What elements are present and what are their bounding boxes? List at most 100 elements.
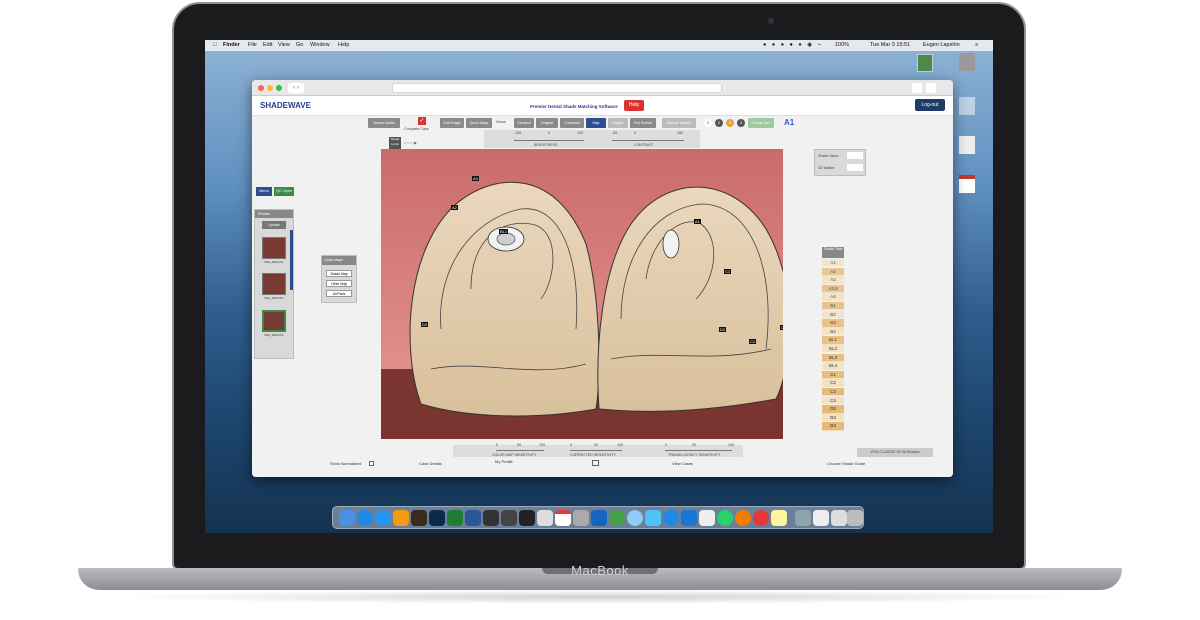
calendar-icon[interactable] xyxy=(555,510,571,526)
help-button[interactable]: Help xyxy=(624,100,644,111)
status-icons[interactable]: ● ● ● ● ● ◉ ⌁ xyxy=(763,40,823,51)
shade-tab-item[interactable]: BL3 xyxy=(822,353,844,362)
battery-status[interactable]: 100% xyxy=(835,40,849,51)
notes-app-icon[interactable] xyxy=(537,510,553,526)
shade-limits-options[interactable]: ○ ○ ○ ◉ xyxy=(404,141,417,145)
view-cases-link[interactable]: View Cases xyxy=(672,461,693,466)
corrected-view-button[interactable]: Corrected xyxy=(560,118,584,128)
edit-image-button[interactable]: Edit Image xyxy=(440,118,464,128)
step-2[interactable]: 2 xyxy=(715,119,723,127)
translucency-slider[interactable] xyxy=(665,450,732,451)
my-profile-link[interactable]: My Profile xyxy=(495,459,513,464)
shade-tab-item[interactable]: B2 xyxy=(822,310,844,319)
shade-tab-item[interactable]: BL2 xyxy=(822,345,844,354)
document-icon[interactable] xyxy=(813,510,829,526)
manual-search-button[interactable]: Manual Search xyxy=(662,118,696,128)
apple-icon[interactable]:  xyxy=(213,40,217,51)
step-3[interactable]: 3 xyxy=(726,119,734,127)
app-icon-11[interactable] xyxy=(519,510,535,526)
document-icon-2[interactable] xyxy=(831,510,847,526)
control-center-icon[interactable]: ≡ xyxy=(975,40,978,51)
itunes-icon[interactable] xyxy=(627,510,643,526)
back-forward-icon[interactable]: ‹ › xyxy=(288,83,304,93)
corrected-slider[interactable] xyxy=(570,450,622,451)
shade-tab-item[interactable]: A3.5 xyxy=(822,284,844,294)
print-icon[interactable] xyxy=(592,460,599,466)
menu-view[interactable]: View xyxy=(278,40,290,51)
shade-tab-item[interactable]: D4 xyxy=(822,422,844,431)
address-bar[interactable] xyxy=(392,83,722,93)
app-icon-10[interactable] xyxy=(501,510,517,526)
minimize-window-button[interactable] xyxy=(267,85,273,91)
opera-icon[interactable] xyxy=(753,510,769,526)
shade-tab-item[interactable]: B4 xyxy=(822,327,844,337)
folder-icon[interactable] xyxy=(795,510,811,526)
slack-icon[interactable] xyxy=(699,510,715,526)
shade-tab-item[interactable]: A4 xyxy=(822,293,844,302)
app-icon-20[interactable] xyxy=(681,510,697,526)
shade-tab-item[interactable]: C1 xyxy=(822,370,844,380)
shortcut-button[interactable]: Shortcut xyxy=(514,118,534,128)
stickies-icon[interactable] xyxy=(771,510,787,526)
trash-icon[interactable] xyxy=(847,510,863,526)
map-view-button[interactable]: Map xyxy=(586,118,606,128)
shade-tab-item[interactable]: C2 xyxy=(822,379,844,388)
other-map-button[interactable]: Other Map xyxy=(326,280,352,287)
tabs-icon[interactable] xyxy=(926,83,936,93)
menu-app-name[interactable]: Finder xyxy=(223,40,240,51)
photo-thumbnail-2[interactable] xyxy=(262,273,286,295)
all-parts-button[interactable]: All Parts xyxy=(326,290,352,297)
ready-set-button[interactable]: Ready Set xyxy=(748,118,774,128)
shade-tab-item[interactable]: C4 xyxy=(822,396,844,405)
share-icon[interactable] xyxy=(912,83,922,93)
menu-file[interactable]: File xyxy=(248,40,257,51)
shade-tab-item[interactable]: D2 xyxy=(822,405,844,414)
safari-icon[interactable] xyxy=(375,510,391,526)
menu-help[interactable]: Help xyxy=(338,40,349,51)
brightness-slider[interactable] xyxy=(514,140,584,141)
menu-go[interactable]: Go xyxy=(296,40,303,51)
original-view-button[interactable]: Original xyxy=(536,118,558,128)
complete-case-checkbox[interactable]: ✓ xyxy=(418,117,426,125)
quick-maps-toolbar-button[interactable]: Quick Maps xyxy=(466,118,492,128)
photo-thumbnail-3[interactable] xyxy=(262,310,286,332)
contrast-slider[interactable] xyxy=(612,140,684,141)
show-normalized-checkbox[interactable] xyxy=(369,461,374,466)
close-window-button[interactable] xyxy=(258,85,264,91)
menu-button[interactable]: Menu xyxy=(256,187,272,196)
step-1[interactable]: 1 xyxy=(704,119,712,127)
app-icon-18[interactable] xyxy=(645,510,661,526)
logout-button[interactable]: Log-out xyxy=(915,99,945,111)
upload-button[interactable]: Upload xyxy=(262,221,286,229)
desktop-window-icon[interactable] xyxy=(917,54,933,72)
full-screen-button[interactable]: Full Screen xyxy=(630,118,656,128)
case-details-link[interactable]: Case Details xyxy=(419,461,442,466)
shade-tab-item[interactable]: C3 xyxy=(822,388,844,397)
shade-tab-item[interactable]: A3 xyxy=(822,276,844,285)
photo-thumbnail-1[interactable] xyxy=(262,237,286,259)
shade-tab-item[interactable]: B3 xyxy=(822,319,844,328)
shade-tab-item[interactable]: BL1 xyxy=(822,336,844,345)
upwork-icon[interactable] xyxy=(609,510,625,526)
shade-tab-item[interactable]: D3 xyxy=(822,413,844,423)
calendar-file-icon[interactable] xyxy=(959,175,975,193)
illustrator-icon[interactable] xyxy=(411,510,427,526)
shade-map-button[interactable]: Shade Map xyxy=(326,270,352,277)
menu-edit[interactable]: Edit xyxy=(263,40,272,51)
disk-icon[interactable] xyxy=(959,53,975,71)
tooth-shade-map-image[interactable]: A3 A2 BL1 D3 A1 C1 D2 C2 C3 xyxy=(381,149,783,439)
app-icon-15[interactable] xyxy=(591,510,607,526)
shade-tab-item[interactable]: BL4 xyxy=(822,362,844,371)
qc-open-button[interactable]: QC Open xyxy=(274,187,294,196)
skype-icon[interactable] xyxy=(357,510,373,526)
choose-shade-guide-link[interactable]: Choose Shade Guide xyxy=(827,461,865,466)
app-icon-9[interactable] xyxy=(483,510,499,526)
secure-notes-button[interactable]: Secure Notes xyxy=(368,118,400,128)
preview-icon[interactable] xyxy=(573,510,589,526)
timing-file-icon[interactable] xyxy=(959,97,975,115)
menubar-user[interactable]: Eugen Lapshin xyxy=(923,40,960,51)
color-map-slider[interactable] xyxy=(496,450,544,451)
step-4[interactable]: 4 xyxy=(737,119,745,127)
whatsapp-icon[interactable] xyxy=(717,510,733,526)
menubar-clock[interactable]: Tue Mar 3 15:51 xyxy=(870,40,910,51)
